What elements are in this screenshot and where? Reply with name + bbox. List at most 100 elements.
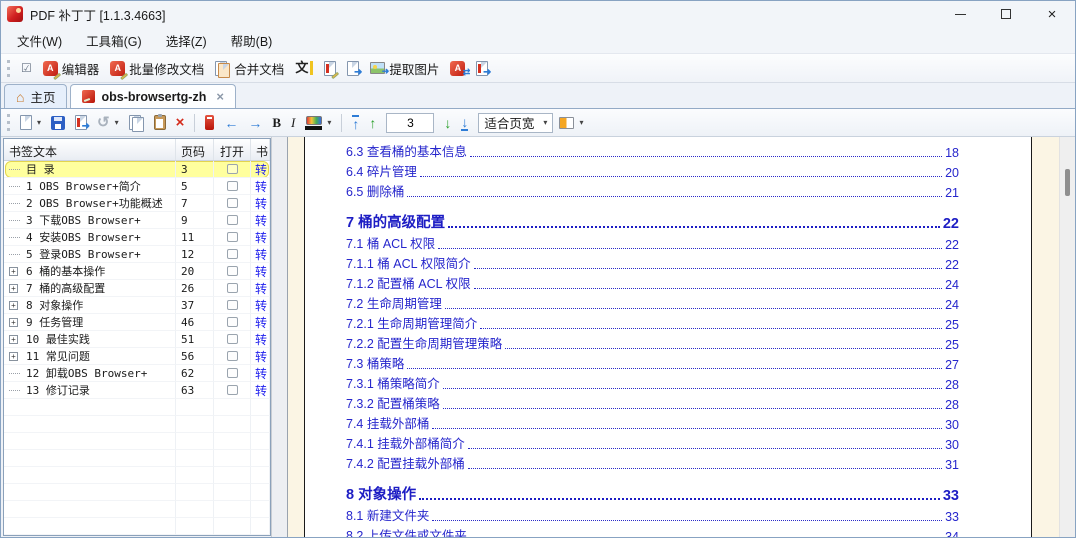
toc-entry[interactable]: 7.2.1 生命周期管理简介 25 bbox=[346, 312, 959, 332]
maximize-button[interactable] bbox=[983, 1, 1029, 27]
goto-link[interactable]: 转 bbox=[251, 229, 267, 246]
bookmark-row[interactable]: +9 任务管理 46 转 bbox=[4, 314, 270, 331]
bookmark-text-cell[interactable]: 12 卸载OBS Browser+ bbox=[4, 365, 176, 382]
bookmark-row[interactable] bbox=[4, 467, 270, 484]
forward-button[interactable]: → bbox=[244, 113, 266, 133]
save-button[interactable] bbox=[47, 113, 69, 133]
open-checkbox[interactable] bbox=[226, 368, 238, 378]
next-page-button[interactable]: ↓ bbox=[440, 113, 455, 133]
italic-button[interactable]: I bbox=[287, 112, 299, 134]
bookmark-row[interactable]: +11 常见问题 56 转 bbox=[4, 348, 270, 365]
toc-entry[interactable]: 8.2 上传文件或文件夹 34 bbox=[346, 524, 959, 537]
bookmark-text-cell[interactable] bbox=[4, 450, 176, 467]
goto-link[interactable]: 转 bbox=[251, 348, 267, 365]
menu-toolbox[interactable]: 工具箱(G) bbox=[74, 27, 154, 54]
vertical-scrollbar[interactable] bbox=[1059, 137, 1075, 537]
open-checkbox[interactable] bbox=[226, 351, 238, 361]
goto-link[interactable]: 转 bbox=[251, 178, 267, 195]
goto-link[interactable]: 转 bbox=[251, 280, 267, 297]
pdf-convert-button[interactable]: A ⇄ bbox=[446, 58, 470, 79]
bookmark-row[interactable] bbox=[4, 399, 270, 416]
goto-link[interactable]: 转 bbox=[251, 161, 267, 178]
toc-entry[interactable]: 7.2 生命周期管理 24 bbox=[346, 292, 959, 312]
bookmark-text-cell[interactable]: +7 桶的高级配置 bbox=[4, 280, 176, 297]
bookmark-row[interactable] bbox=[4, 416, 270, 433]
bookmark-row[interactable]: 目 录 3 转 bbox=[4, 161, 270, 178]
bookmark-button[interactable] bbox=[201, 112, 218, 133]
open-checkbox[interactable] bbox=[226, 317, 238, 327]
bookmark-text-cell[interactable]: +8 对象操作 bbox=[4, 297, 176, 314]
extract-images-button[interactable]: 提取图片 bbox=[366, 56, 443, 81]
merge-documents-button[interactable]: 合并文档 bbox=[211, 56, 288, 81]
toc-entry[interactable]: 7.4 挂载外部桶 30 bbox=[346, 412, 959, 432]
bookmark-row[interactable] bbox=[4, 433, 270, 450]
bookmark-text-cell[interactable] bbox=[4, 467, 176, 484]
bookmark-text-cell[interactable]: 13 修订记录 bbox=[4, 382, 176, 399]
menu-file[interactable]: 文件(W) bbox=[5, 27, 74, 54]
bookmark-row[interactable]: +6 桶的基本操作 20 转 bbox=[4, 263, 270, 280]
bold-button[interactable]: B bbox=[268, 112, 285, 134]
bookmark-row[interactable] bbox=[4, 518, 270, 535]
toc-entry[interactable]: 7.3 桶策略 27 bbox=[346, 352, 959, 372]
expand-icon[interactable]: + bbox=[9, 317, 23, 327]
bookmark-text-cell[interactable] bbox=[4, 501, 176, 518]
toc-entry[interactable]: 7.1.1 桶 ACL 权限简介 22 bbox=[346, 252, 959, 272]
close-button[interactable]: × bbox=[1029, 1, 1075, 27]
goto-link[interactable]: 转 bbox=[251, 195, 267, 212]
paste-button[interactable] bbox=[150, 112, 170, 133]
bookmark-text-cell[interactable] bbox=[4, 518, 176, 535]
bookmark-row[interactable]: 12 卸载OBS Browser+ 62 转 bbox=[4, 365, 270, 382]
bookmark-row[interactable]: 5 登录OBS Browser+ 12 转 bbox=[4, 246, 270, 263]
bookmark-row[interactable]: 2 OBS Browser+功能概述 7 转 bbox=[4, 195, 270, 212]
new-document-button[interactable]: ▾ bbox=[16, 112, 45, 133]
open-checkbox[interactable] bbox=[226, 164, 238, 174]
expand-icon[interactable]: + bbox=[9, 334, 23, 344]
select-mode-button[interactable]: ☑ bbox=[17, 58, 36, 78]
bookmark-text-cell[interactable]: 1 OBS Browser+简介 bbox=[4, 178, 176, 195]
toc-entry[interactable]: 8 对象操作 33 bbox=[346, 478, 959, 504]
goto-link[interactable]: 转 bbox=[251, 382, 267, 399]
panel-splitter[interactable] bbox=[271, 137, 288, 537]
menu-select[interactable]: 选择(Z) bbox=[154, 27, 219, 54]
column-bookmark-text[interactable]: 书签文本 bbox=[4, 139, 176, 160]
bookmark-text-cell[interactable]: 3 下载OBS Browser+ bbox=[4, 212, 176, 229]
document-pen-button[interactable] bbox=[320, 58, 340, 79]
editor-button[interactable]: A 编辑器 bbox=[39, 56, 104, 81]
minimize-button[interactable] bbox=[937, 1, 983, 27]
open-checkbox[interactable] bbox=[226, 232, 238, 242]
column-go[interactable]: 书 bbox=[251, 139, 270, 160]
bookmark-row[interactable]: 3 下载OBS Browser+ 9 转 bbox=[4, 212, 270, 229]
toc-entry[interactable]: 7.3.2 配置桶策略 28 bbox=[346, 392, 959, 412]
scrollbar-thumb[interactable] bbox=[1065, 169, 1070, 196]
goto-link[interactable]: 转 bbox=[251, 297, 267, 314]
bookmark-row[interactable]: +7 桶的高级配置 26 转 bbox=[4, 280, 270, 297]
goto-link[interactable]: 转 bbox=[251, 314, 267, 331]
export-pdf-button[interactable]: ➜ bbox=[71, 112, 91, 133]
font-tool-button[interactable]: 文 bbox=[291, 58, 317, 78]
undo-button[interactable]: ↺ ▾ bbox=[93, 112, 123, 133]
bookmark-text-cell[interactable] bbox=[4, 416, 176, 433]
toc-entry[interactable]: 7 桶的高级配置 22 bbox=[346, 206, 959, 232]
color-button[interactable]: ▾ bbox=[301, 113, 335, 133]
delete-button[interactable]: × bbox=[172, 112, 189, 133]
open-checkbox[interactable] bbox=[226, 266, 238, 276]
bookmark-text-cell[interactable]: +9 任务管理 bbox=[4, 314, 176, 331]
toc-entry[interactable]: 7.1.2 配置桶 ACL 权限 24 bbox=[346, 272, 959, 292]
toc-entry[interactable]: 7.4.2 配置挂载外部桶 31 bbox=[346, 452, 959, 472]
bookmark-text-cell[interactable]: 目 录 bbox=[4, 161, 176, 178]
prev-page-button[interactable]: ↑ bbox=[365, 113, 380, 133]
toc-entry[interactable]: 6.3 查看桶的基本信息 18 bbox=[346, 140, 959, 160]
bookmark-text-cell[interactable]: 5 登录OBS Browser+ bbox=[4, 246, 176, 263]
goto-link[interactable]: 转 bbox=[251, 263, 267, 280]
open-checkbox[interactable] bbox=[226, 249, 238, 259]
reader-view-button[interactable]: ▾ bbox=[555, 114, 587, 132]
column-page[interactable]: 页码 bbox=[176, 139, 214, 160]
open-checkbox[interactable] bbox=[226, 300, 238, 310]
bookmark-row[interactable]: +10 最佳实践 51 转 bbox=[4, 331, 270, 348]
bookmark-row[interactable]: 13 修订记录 63 转 bbox=[4, 382, 270, 399]
back-button[interactable]: ← bbox=[220, 113, 242, 133]
open-checkbox[interactable] bbox=[226, 181, 238, 191]
expand-icon[interactable]: + bbox=[9, 300, 23, 310]
open-checkbox[interactable] bbox=[226, 198, 238, 208]
toc-entry[interactable]: 7.1 桶 ACL 权限 22 bbox=[346, 232, 959, 252]
